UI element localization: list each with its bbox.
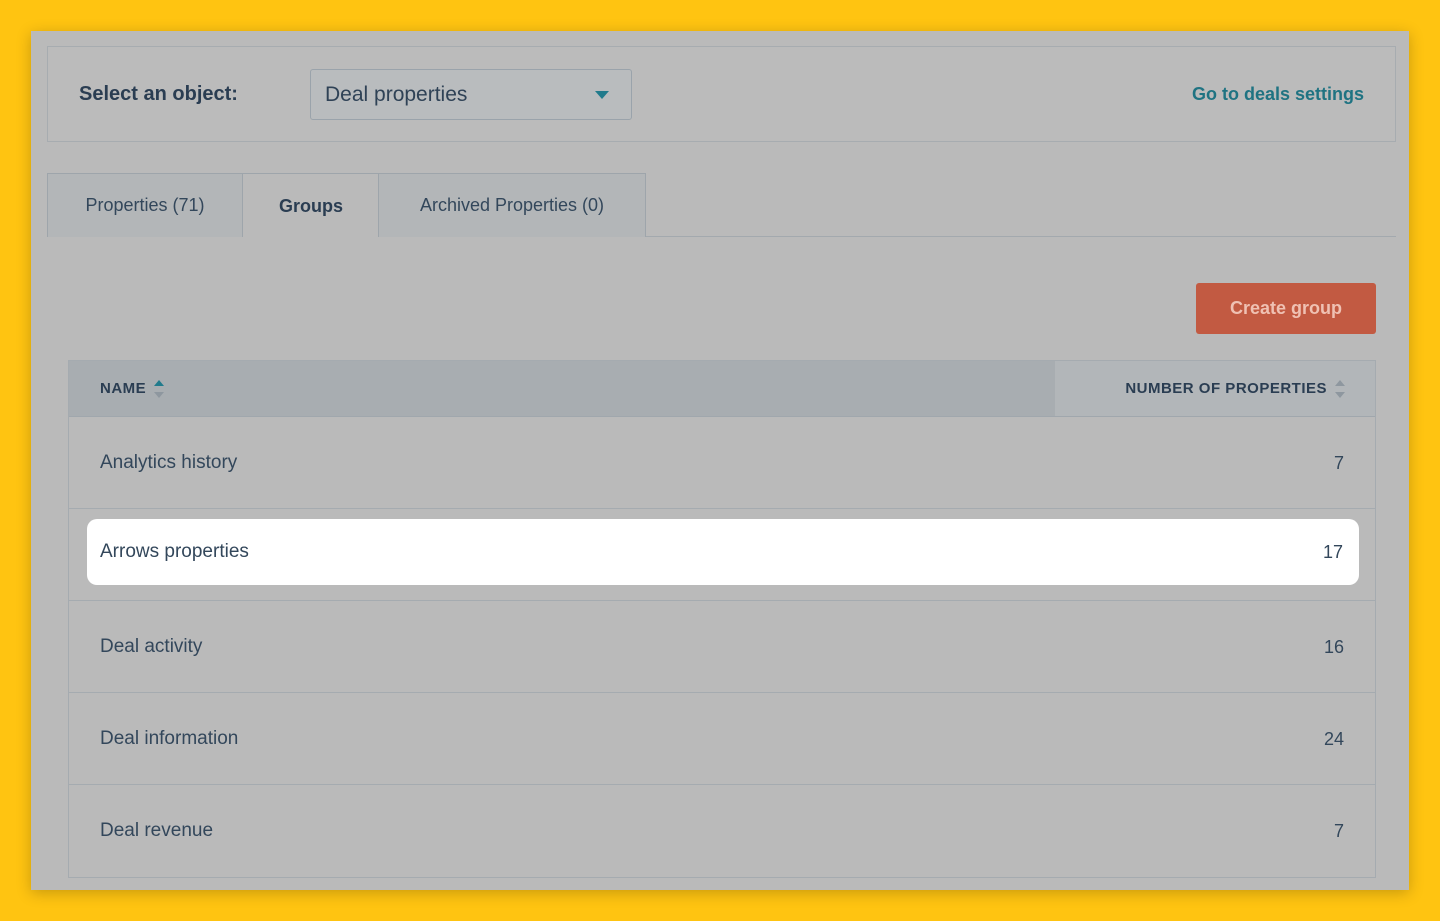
tab-groups[interactable]: Groups: [243, 173, 379, 238]
group-name: Arrows properties: [100, 541, 249, 562]
caret-down-icon: [595, 91, 609, 99]
groups-table: NAME NUMBER OF PROPERTIES Analytics hist…: [68, 360, 1376, 878]
tab-bar: Properties (71) Groups Archived Properti…: [47, 173, 1396, 238]
highlighted-table-row[interactable]: Arrows properties 17: [87, 519, 1359, 585]
group-name: Deal revenue: [100, 820, 214, 841]
tab-archived-properties[interactable]: Archived Properties (0): [378, 173, 646, 237]
sort-icon: [1335, 380, 1345, 398]
property-count: 17: [1322, 541, 1343, 562]
sort-icon: [154, 379, 165, 398]
object-select-value: Deal properties: [325, 82, 468, 106]
object-selector-bar: Select an object: Deal properties Go to …: [47, 46, 1396, 142]
table-row[interactable]: Deal information 24: [69, 693, 1375, 785]
table-header: NAME NUMBER OF PROPERTIES: [69, 361, 1375, 417]
property-count: 7: [1333, 820, 1344, 841]
table-row[interactable]: Analytics history 7: [69, 417, 1375, 509]
property-count: 7: [1333, 452, 1344, 473]
property-count: 16: [1323, 636, 1344, 657]
column-header-name[interactable]: NAME: [69, 361, 1055, 416]
object-select-dropdown[interactable]: Deal properties: [310, 69, 632, 120]
column-header-name-label: NAME: [100, 380, 147, 397]
properties-panel: Select an object: Deal properties Go to …: [31, 31, 1409, 890]
property-count: 24: [1323, 728, 1344, 749]
column-header-number-of-properties[interactable]: NUMBER OF PROPERTIES: [1055, 361, 1375, 416]
table-row[interactable]: Deal revenue 7: [69, 785, 1375, 877]
group-name: Analytics history: [100, 452, 238, 473]
create-group-button[interactable]: Create group: [1196, 283, 1376, 334]
object-selector-label: Select an object:: [79, 83, 238, 105]
go-to-deals-settings-link[interactable]: Go to deals settings: [1192, 84, 1364, 105]
group-name: Deal activity: [100, 636, 203, 657]
table-row[interactable]: Deal activity 16: [69, 601, 1375, 693]
group-name: Deal information: [100, 728, 239, 749]
tab-properties[interactable]: Properties (71): [47, 173, 243, 237]
column-header-count-label: NUMBER OF PROPERTIES: [1125, 380, 1327, 397]
